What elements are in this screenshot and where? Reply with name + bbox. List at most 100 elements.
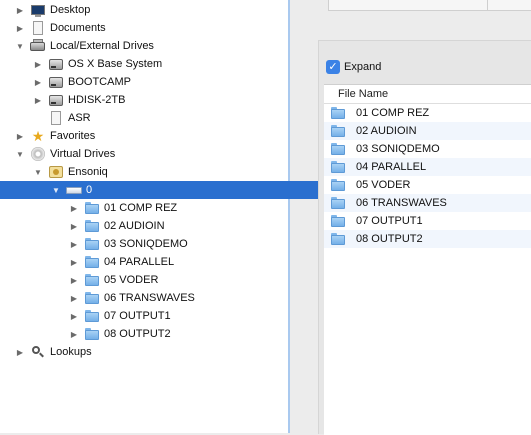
chevron-right-icon[interactable]: ▶ — [14, 127, 26, 145]
file-name: 04 PARALLEL — [356, 161, 427, 173]
tree-item-favorites[interactable]: ▶ ★ Favorites — [0, 127, 302, 145]
chevron-right-icon[interactable]: ▶ — [68, 217, 80, 235]
expand-checkbox[interactable]: ✓ — [326, 60, 340, 74]
chevron-right-icon[interactable]: ▶ — [32, 55, 44, 73]
chevron-right-icon[interactable]: ▶ — [68, 199, 80, 217]
chevron-down-icon[interactable]: ▼ — [32, 163, 44, 181]
tree-item-label: BOOTCAMP — [68, 76, 131, 88]
chevron-right-icon[interactable]: ▶ — [68, 235, 80, 253]
file-name: 08 OUTPUT2 — [356, 233, 423, 245]
file-name: 06 TRANSWAVES — [356, 197, 447, 209]
chevron-right-icon[interactable]: ▶ — [68, 289, 80, 307]
file-name: 02 AUDIOIN — [356, 125, 417, 137]
documents-icon — [30, 21, 46, 35]
folder-icon — [330, 142, 346, 156]
folder-icon — [84, 273, 100, 287]
folder-icon — [330, 196, 346, 210]
tree-item-label: 08 OUTPUT2 — [104, 328, 171, 340]
chevron-right-icon[interactable]: ▶ — [68, 253, 80, 271]
tree-item-folder[interactable]: ▶ 01 COMP REZ — [0, 199, 356, 217]
tree-item-folder[interactable]: ▶ 04 PARALLEL — [0, 253, 356, 271]
chevron-right-icon[interactable]: ▶ — [68, 307, 80, 325]
desktop-icon — [30, 3, 46, 17]
folder-icon — [84, 327, 100, 341]
tree-item-virtual-drives[interactable]: ▼ Virtual Drives — [0, 145, 302, 163]
file-list-row[interactable]: 01 COMP REZ — [324, 104, 531, 122]
file-list-row[interactable]: 08 OUTPUT2 — [324, 230, 531, 248]
tree-item-documents[interactable]: ▶ Documents — [0, 19, 302, 37]
tree-item-ensoniq[interactable]: ▼ Ensoniq — [0, 163, 320, 181]
disk-icon — [48, 57, 64, 71]
drives-icon — [30, 39, 46, 53]
folder-icon — [84, 201, 100, 215]
tree-item-label: ASR — [68, 112, 91, 124]
tree-item-bootcamp[interactable]: ▶ BOOTCAMP — [0, 73, 320, 91]
tree-item-folder[interactable]: ▶ 07 OUTPUT1 — [0, 307, 356, 325]
tree-item-volume-0[interactable]: ▼ 0 — [0, 181, 338, 199]
chevron-right-icon[interactable]: ▶ — [14, 19, 26, 37]
tree-item-desktop[interactable]: ▶ Desktop — [0, 1, 302, 19]
tree-item-label: 01 COMP REZ — [104, 202, 178, 214]
chevron-right-icon[interactable]: ▶ — [32, 73, 44, 91]
expand-option[interactable]: ✓ Expand — [326, 60, 381, 74]
folder-icon — [330, 232, 346, 246]
tree-item-folder[interactable]: ▶ 02 AUDIOIN — [0, 217, 356, 235]
file-name: 01 COMP REZ — [356, 107, 430, 119]
tree-item-label: Local/External Drives — [50, 40, 154, 52]
file-list-row[interactable]: 07 OUTPUT1 — [324, 212, 531, 230]
tree-item-folder[interactable]: ▶ 08 OUTPUT2 — [0, 325, 356, 343]
volume-icon — [66, 183, 82, 197]
chevron-down-icon[interactable]: ▼ — [14, 145, 26, 163]
chevron-right-icon[interactable]: ▶ — [32, 91, 44, 109]
cd-icon — [30, 147, 46, 161]
tree-item-label: 06 TRANSWAVES — [104, 292, 195, 304]
file-list-panel: ✓ Expand File Name 01 COMP REZ 02 AUDIOI… — [318, 40, 531, 435]
star-icon: ★ — [31, 128, 45, 144]
tree-item-hdisk-2tb[interactable]: ▶ HDISK-2TB — [0, 91, 320, 109]
tree-item-label: Virtual Drives — [50, 148, 116, 160]
tree-item-label: Documents — [50, 22, 106, 34]
file-list-row[interactable]: 03 SONIQDEMO — [324, 140, 531, 158]
tree-item-os-x-base-system[interactable]: ▶ OS X Base System — [0, 55, 320, 73]
search-icon — [30, 345, 46, 359]
folder-icon — [330, 106, 346, 120]
tree-item-label: 02 AUDIOIN — [104, 220, 165, 232]
folder-icon — [84, 219, 100, 233]
file-list-row[interactable]: 06 TRANSWAVES — [324, 194, 531, 212]
tree-item-asr[interactable]: ASR — [0, 109, 320, 127]
toolbar-divider — [487, 0, 488, 10]
folder-icon — [330, 178, 346, 192]
chevron-right-icon[interactable]: ▶ — [14, 343, 26, 361]
tree-item-label: OS X Base System — [68, 58, 163, 70]
chevron-right-icon[interactable]: ▶ — [68, 271, 80, 289]
file-list-row[interactable]: 04 PARALLEL — [324, 158, 531, 176]
disk-icon — [48, 93, 64, 107]
chevron-right-icon[interactable]: ▶ — [14, 1, 26, 19]
tree-item-lookups[interactable]: ▶ Lookups — [0, 343, 302, 361]
chevron-right-icon[interactable]: ▶ — [68, 325, 80, 343]
tree-item-label: 07 OUTPUT1 — [104, 310, 171, 322]
tree-item-label: 03 SONIQDEMO — [104, 238, 188, 250]
sidebar-tree: ▶ Desktop ▶ Documents ▼ Local/External D… — [0, 0, 338, 433]
file-list: File Name 01 COMP REZ 02 AUDIOIN 03 SONI… — [324, 84, 531, 435]
tree-item-label: Desktop — [50, 4, 91, 16]
folder-icon — [84, 237, 100, 251]
file-name: 05 VODER — [356, 179, 411, 191]
tree-item-local-external-drives[interactable]: ▼ Local/External Drives — [0, 37, 302, 55]
column-header-file-name[interactable]: File Name — [324, 85, 531, 104]
tree-item-label: 0 — [86, 184, 93, 196]
chevron-down-icon[interactable]: ▼ — [50, 181, 62, 199]
file-list-row[interactable]: 02 AUDIOIN — [324, 122, 531, 140]
tree-item-label: HDISK-2TB — [68, 94, 126, 106]
tree-item-label: Ensoniq — [68, 166, 108, 178]
folder-icon — [84, 309, 100, 323]
tree-item-label: 04 PARALLEL — [104, 256, 175, 268]
tree-item-label: Lookups — [50, 346, 92, 358]
file-list-row[interactable]: 05 VODER — [324, 176, 531, 194]
tree-item-label: Favorites — [50, 130, 96, 142]
chevron-down-icon[interactable]: ▼ — [14, 37, 26, 55]
tree-item-folder[interactable]: ▶ 03 SONIQDEMO — [0, 235, 356, 253]
tree-item-folder[interactable]: ▶ 05 VODER — [0, 271, 356, 289]
tree-item-folder[interactable]: ▶ 06 TRANSWAVES — [0, 289, 356, 307]
